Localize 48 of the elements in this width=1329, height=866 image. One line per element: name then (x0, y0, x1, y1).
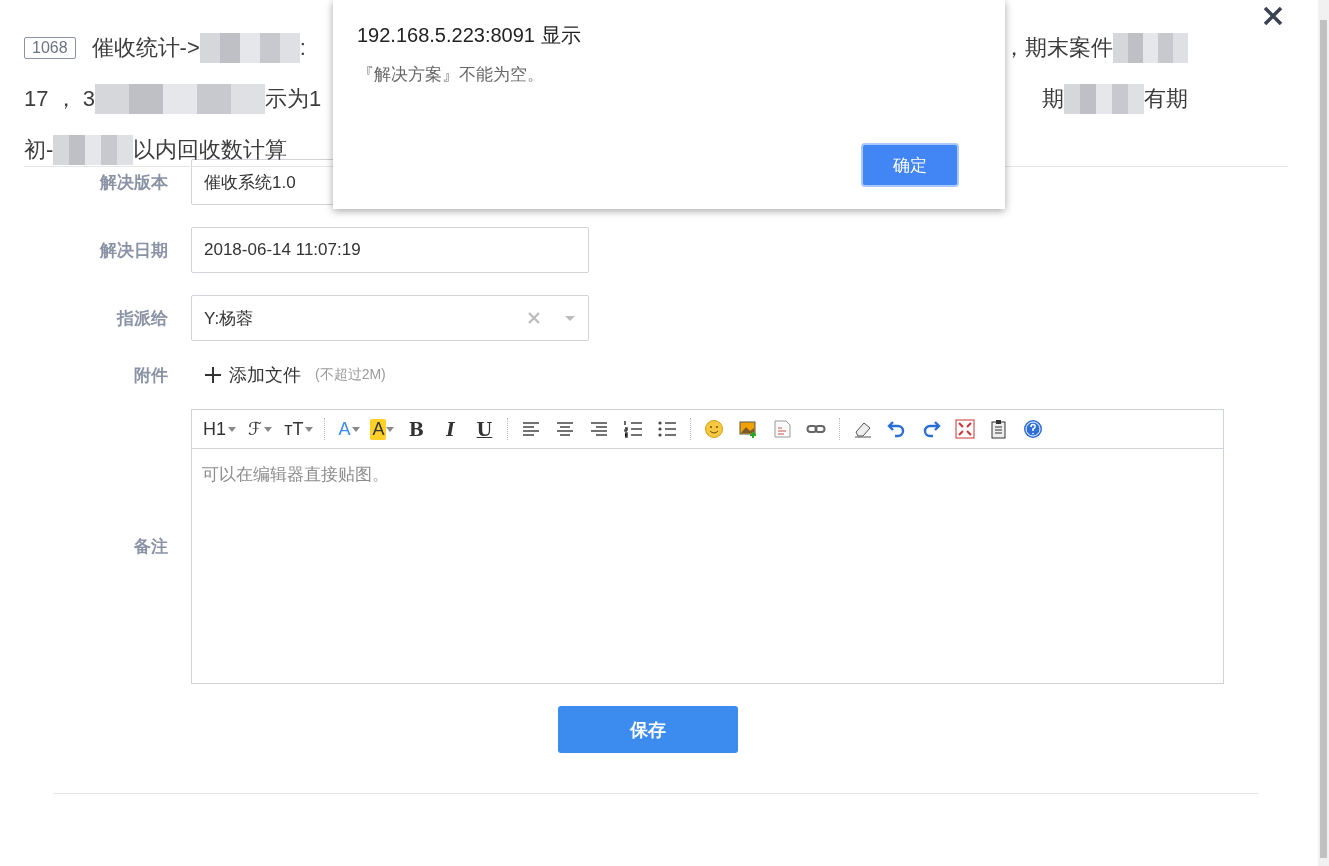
title-text: ，期末案件 (1003, 33, 1113, 62)
smiley-icon (704, 419, 725, 439)
title-text: 期 (1042, 84, 1064, 113)
toolbar-button[interactable]: A (367, 415, 398, 443)
align-right-icon (589, 419, 610, 439)
title-text: 以内回收数计算 (133, 135, 288, 164)
fullscreen-icon (955, 419, 976, 439)
redo-icon (921, 419, 942, 439)
field-label: 指派给 (115, 307, 169, 330)
image-icon (738, 419, 759, 439)
field-label: 备注 (134, 536, 169, 558)
title-text: : (299, 34, 306, 61)
toolbar-button[interactable]: ᴛT (279, 415, 317, 443)
toolbar-button[interactable]: I (435, 415, 466, 443)
caret-icon (264, 426, 273, 432)
caret-icon (386, 426, 395, 432)
add-file-button[interactable]: 添加文件 (191, 363, 301, 387)
notes-input[interactable]: 可以在编辑器直接贴图。 (191, 448, 1224, 684)
toolbar-button[interactable]: ℱ (243, 415, 276, 443)
code-file-icon (772, 419, 793, 439)
help-icon (1023, 419, 1044, 439)
title-text: 有期 (1144, 84, 1188, 113)
id-badge: 1068 (24, 36, 76, 59)
plus-icon (205, 367, 221, 383)
field-label: 解决版本 (98, 171, 169, 194)
title-text: 示为1 (264, 84, 322, 113)
scrollbar[interactable] (1318, 0, 1329, 866)
numbered-list-icon (623, 419, 644, 439)
ok-button[interactable]: 确定 (861, 143, 959, 187)
dialog-title: 192.168.5.223:8091 显示 (357, 23, 582, 48)
title-text: 初- (24, 135, 54, 164)
align-center-icon (555, 419, 576, 439)
bullet-list-icon (657, 419, 678, 439)
dialog-message: 『解决方案』不能为空。 (357, 64, 545, 86)
date-field[interactable]: 2018-06-14 11:07:19 (191, 227, 589, 273)
caret-icon (228, 426, 236, 432)
close-icon[interactable] (1263, 6, 1283, 26)
align-left-icon (521, 419, 542, 439)
toolbar-button[interactable]: H1 (198, 415, 239, 443)
toolbar-button[interactable]: U (469, 415, 500, 443)
caret-icon (305, 426, 314, 432)
caret-icon (352, 426, 361, 432)
field-label: 附件 (133, 364, 169, 387)
title-text: 17 ， 3 (24, 84, 95, 113)
title-text: 催收统计-> (91, 33, 200, 62)
field-label: 解决日期 (98, 239, 169, 262)
size-hint: (不超过2M) (315, 366, 386, 384)
toolbar-button[interactable]: B (401, 415, 432, 443)
